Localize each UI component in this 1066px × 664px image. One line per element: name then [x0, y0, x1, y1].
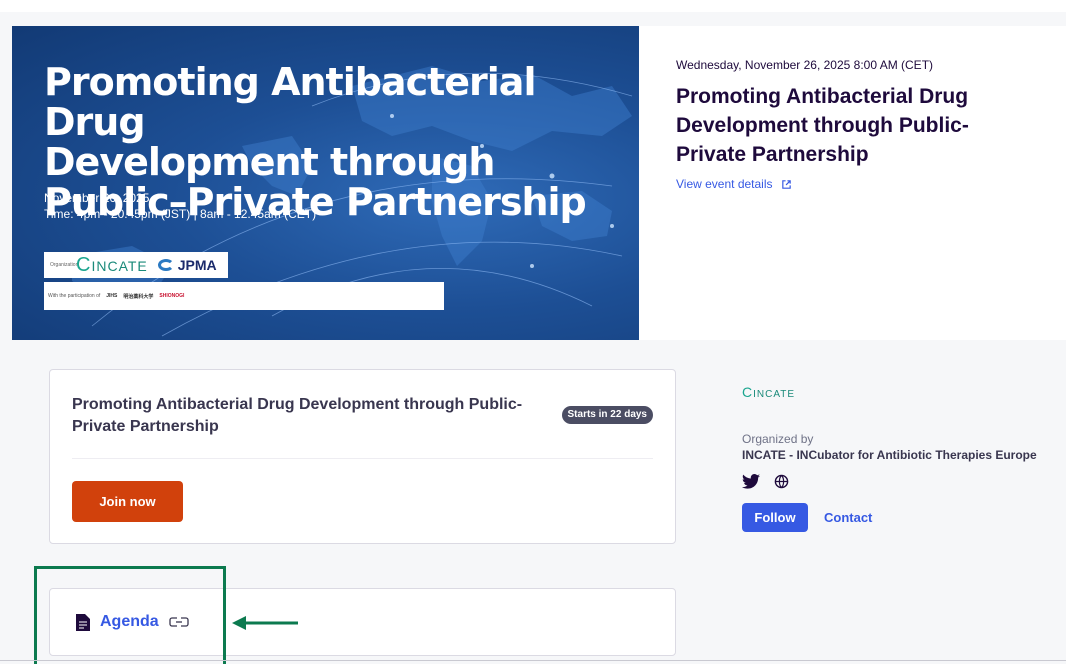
join-now-button[interactable]: Join now — [72, 481, 183, 522]
organizer-panel: CINCATE Organized by INCATE - INCubator … — [742, 384, 1052, 532]
agenda-highlight-box — [34, 566, 226, 664]
page-bottom-rule — [0, 660, 1066, 661]
organizer-social-links — [742, 474, 1052, 489]
organizer-logo: CINCATE — [742, 384, 1052, 400]
partner-logos-strip: With the participation of JIHS 明治薬科大学 SH… — [44, 282, 444, 310]
organizer-logo-text: INCATE — [753, 389, 796, 400]
organizer-name: INCATE - INCubator for Antibiotic Therap… — [742, 448, 1037, 462]
banner-title-line: Development through — [44, 140, 495, 184]
incate-logo-text: INCATE — [91, 257, 148, 274]
partners-label: With the participation of — [48, 293, 101, 299]
arrow-left-icon — [232, 616, 298, 630]
jpma-swoosh-icon — [157, 259, 174, 271]
banner-title-line: Promoting Antibacterial Drug — [44, 60, 536, 144]
banner-time: Time: 4pm - 20.45pm (JST) | 8am - 12.45a… — [44, 207, 317, 221]
external-link-icon — [781, 179, 791, 189]
follow-button[interactable]: Follow — [742, 503, 808, 532]
top-strip — [0, 0, 1066, 12]
starts-in-badge: Starts in 22 days — [561, 406, 653, 424]
website-globe-icon[interactable] — [774, 474, 789, 489]
jpma-logo-text: JPMA — [177, 257, 217, 273]
contact-link[interactable]: Contact — [824, 510, 872, 525]
card-event-title: Promoting Antibacterial Drug Development… — [72, 396, 523, 435]
event-title: Promoting Antibacterial Drug Development… — [676, 85, 969, 166]
jpma-logo: JPMA — [157, 257, 217, 273]
organizer-actions: Follow Contact — [742, 503, 1052, 532]
banner-date: November 26, 2025 — [44, 191, 150, 205]
view-event-details-label: View event details — [676, 177, 773, 191]
event-datetime: Wednesday, November 26, 2025 8:00 AM (CE… — [676, 58, 934, 72]
incate-c-mark-icon: C — [742, 384, 754, 400]
incate-logo: CINCATE — [76, 254, 148, 277]
view-event-details-link[interactable]: View event details — [676, 177, 792, 191]
event-hero: Promoting Antibacterial Drug Development… — [12, 26, 1066, 340]
event-join-card: Promoting Antibacterial Drug Development… — [49, 369, 676, 544]
partner-logo: 明治薬科大学 — [123, 293, 154, 300]
event-banner-image: Promoting Antibacterial Drug Development… — [12, 26, 639, 340]
partner-logo: JIHS — [106, 293, 118, 299]
incate-c-mark-icon: C — [76, 253, 92, 276]
organized-by-label: Organized by — [742, 432, 814, 446]
event-summary: Wednesday, November 26, 2025 8:00 AM (CE… — [676, 58, 1036, 193]
card-divider — [72, 458, 653, 459]
partner-logo: SHIONOGI — [159, 293, 185, 299]
org-label: Organization — [50, 262, 79, 268]
twitter-icon[interactable] — [742, 474, 760, 489]
banner-organizer-logos: Organization CINCATE JPMA — [44, 252, 228, 278]
